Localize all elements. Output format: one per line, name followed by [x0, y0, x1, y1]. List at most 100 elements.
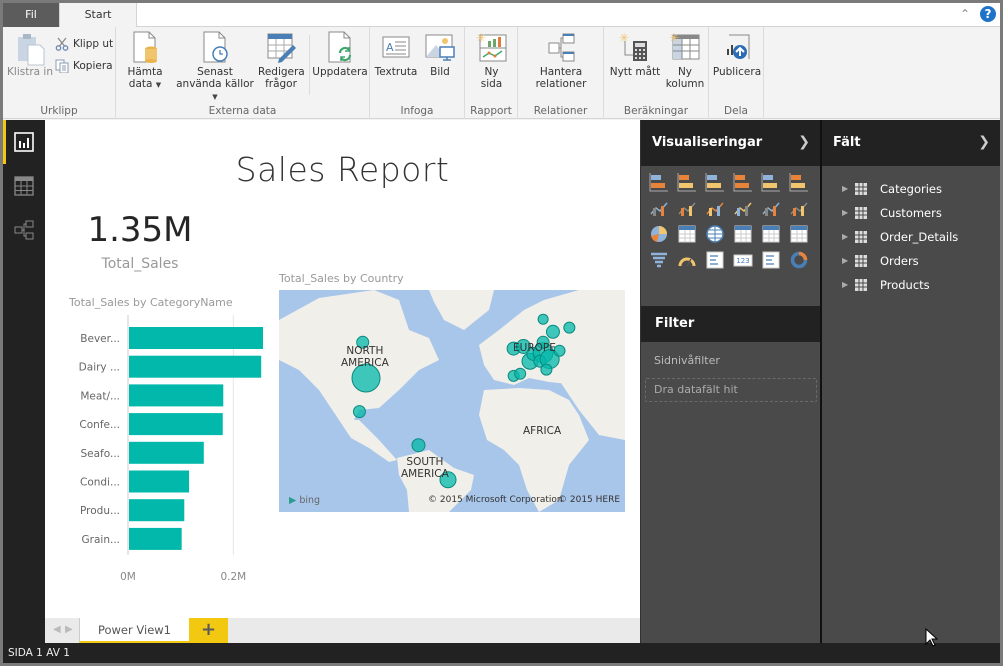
- map-credit-here: © 2015 HERE: [558, 495, 621, 505]
- new-page-icon: ✳: [476, 31, 508, 63]
- bar-chart-title: Total_Sales by CategoryName: [69, 296, 233, 309]
- map-label-africa: AFRICA: [523, 425, 562, 437]
- stacked-column-icon[interactable]: [677, 172, 699, 192]
- bar[interactable]: [129, 441, 204, 464]
- line-clustered-column-icon[interactable]: [733, 198, 755, 218]
- report-title[interactable]: Sales Report: [45, 150, 640, 189]
- matrix-icon[interactable]: [761, 224, 783, 244]
- expand-arrow-icon[interactable]: ▶: [842, 225, 848, 249]
- bar[interactable]: [129, 413, 223, 436]
- scroll-right-icon[interactable]: ▶: [65, 624, 73, 635]
- line-stacked-column-icon[interactable]: [705, 198, 727, 218]
- paste-button[interactable]: Klistra in: [7, 31, 53, 78]
- new-column-button[interactable]: ✳ Ny kolumn: [664, 31, 706, 90]
- collapse-visualizations-icon[interactable]: ❯: [798, 134, 810, 150]
- stacked-bar-icon[interactable]: [649, 172, 671, 192]
- 100-stacked-bar-icon[interactable]: [761, 172, 783, 192]
- funnel-icon[interactable]: [649, 250, 671, 270]
- scroll-left-icon[interactable]: ◀: [53, 624, 61, 635]
- bar[interactable]: [129, 499, 185, 522]
- collapse-ribbon-icon[interactable]: ⌃: [960, 7, 970, 21]
- expand-arrow-icon[interactable]: ▶: [842, 177, 848, 201]
- bar[interactable]: [129, 527, 182, 550]
- field-table-item[interactable]: ▶ Order_Details: [822, 225, 1000, 249]
- field-table-item[interactable]: ▶ Customers: [822, 201, 1000, 225]
- report-canvas[interactable]: Sales Report 1.35M Total_Sales Total_Sal…: [45, 120, 640, 618]
- get-data-button[interactable]: Hämta data ▼: [122, 31, 168, 91]
- pie-chart-icon[interactable]: [649, 224, 671, 244]
- map-bubble[interactable]: [352, 405, 366, 419]
- waterfall-icon[interactable]: [761, 198, 783, 218]
- clustered-bar-icon[interactable]: [705, 172, 727, 192]
- map-bubble[interactable]: [540, 363, 553, 376]
- divider: [309, 35, 310, 95]
- bar-chart[interactable]: Bever... Dairy ... Meat/... Confe... Seafo..…: [63, 315, 263, 595]
- recent-sources-button[interactable]: Senast använda källor ▼: [172, 31, 258, 103]
- filled-map-icon[interactable]: [789, 224, 811, 244]
- card-icon[interactable]: 123: [733, 250, 755, 270]
- publish-button[interactable]: Publicera: [711, 31, 763, 78]
- edit-queries-button[interactable]: Redigera frågor: [258, 31, 305, 90]
- bar[interactable]: [129, 384, 224, 407]
- map-icon[interactable]: [705, 224, 727, 244]
- table-icon: [855, 255, 867, 267]
- group-external-data: Hämta data ▼ Senast använda källor ▼ Red…: [116, 27, 370, 119]
- map-bubble[interactable]: [545, 324, 560, 339]
- category-label: Meat/...: [80, 390, 120, 402]
- nav-relationships-view[interactable]: [3, 208, 45, 252]
- kpi-card-value[interactable]: 1.35M: [75, 210, 205, 250]
- scatter-icon[interactable]: [789, 198, 811, 218]
- recent-sources-label-2: använda källor: [176, 78, 254, 90]
- table-icon[interactable]: [733, 224, 755, 244]
- add-page-button[interactable]: +: [189, 618, 228, 643]
- field-table-name: Categories: [880, 182, 942, 196]
- 100-stacked-column-icon[interactable]: [789, 172, 811, 192]
- donut-icon[interactable]: [789, 250, 811, 270]
- page-tab[interactable]: Power View1: [79, 618, 189, 643]
- area-chart-icon[interactable]: [677, 198, 699, 218]
- line-chart-icon[interactable]: [649, 198, 671, 218]
- nav-report-view[interactable]: [3, 120, 45, 164]
- new-page-button[interactable]: ✳ Ny sida: [469, 31, 514, 90]
- nav-data-view[interactable]: [3, 164, 45, 208]
- field-table-item[interactable]: ▶ Categories: [822, 177, 1000, 201]
- textbox-button[interactable]: A Textruta: [374, 31, 418, 78]
- gauge-icon[interactable]: [677, 250, 699, 270]
- clustered-column-icon[interactable]: [733, 172, 755, 192]
- new-measure-button[interactable]: ✳ Nytt mått: [607, 31, 663, 78]
- field-table-item[interactable]: ▶ Orders: [822, 249, 1000, 273]
- manage-relationships-button[interactable]: Hantera relationer: [522, 31, 600, 90]
- category-label: Confe...: [79, 419, 120, 431]
- cut-button[interactable]: Klipp ut: [55, 35, 113, 53]
- treemap-icon[interactable]: [677, 224, 699, 244]
- map-land: [279, 290, 625, 512]
- slicer-icon[interactable]: [761, 250, 783, 270]
- bar[interactable]: [129, 470, 190, 493]
- group-label-calculations: Beräkningar: [623, 105, 689, 117]
- tab-file[interactable]: Fil: [3, 3, 59, 27]
- image-label: Bild: [430, 66, 450, 78]
- expand-arrow-icon[interactable]: ▶: [842, 273, 848, 297]
- tab-home[interactable]: Start: [59, 3, 137, 28]
- image-button[interactable]: Bild: [420, 31, 460, 78]
- expand-arrow-icon[interactable]: ▶: [842, 201, 848, 225]
- collapse-fields-icon[interactable]: ❯: [978, 134, 990, 150]
- bar[interactable]: [129, 355, 262, 378]
- field-table-item[interactable]: ▶ Products: [822, 273, 1000, 297]
- publish-icon: [721, 31, 753, 63]
- help-icon[interactable]: ?: [980, 6, 996, 22]
- page-tab-bar: ◀ ▶ Power View1 +: [45, 618, 640, 643]
- map-bubble[interactable]: [563, 321, 576, 334]
- bar[interactable]: [129, 327, 263, 349]
- copy-button[interactable]: Kopiera: [55, 57, 113, 75]
- multi-row-card-icon[interactable]: [705, 250, 727, 270]
- cut-label: Klipp ut: [73, 38, 114, 50]
- map-bubble[interactable]: [514, 367, 527, 380]
- expand-arrow-icon[interactable]: ▶: [842, 249, 848, 273]
- bubble-map[interactable]: NORTH AMERICA EUROPE AFRICA SOUTH AMERICA …: [279, 290, 625, 512]
- refresh-button[interactable]: Uppdatera: [311, 31, 369, 78]
- map-bubble[interactable]: [411, 438, 426, 453]
- map-bubble[interactable]: [537, 313, 549, 325]
- publish-label: Publicera: [712, 66, 762, 78]
- filter-drop-zone[interactable]: Dra datafält hit: [645, 378, 817, 402]
